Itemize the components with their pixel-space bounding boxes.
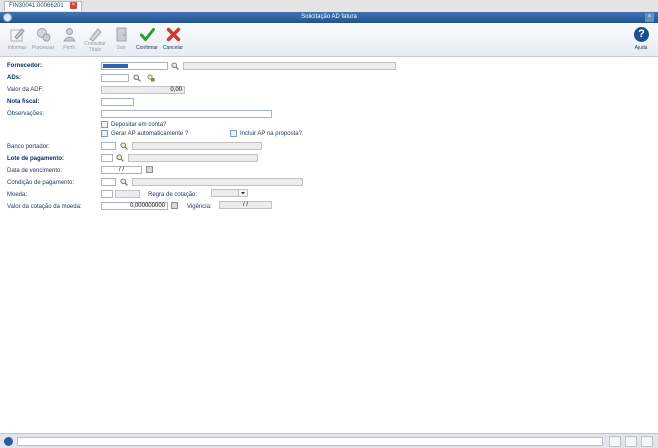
gerar-ap-checkbox[interactable] [101, 130, 108, 137]
fornecedor-selection-highlight [103, 64, 128, 68]
status-bar [0, 433, 658, 448]
checkmark-icon [140, 28, 155, 41]
search-icon[interactable] [120, 178, 128, 186]
status-message-field [17, 437, 603, 446]
search-icon[interactable] [120, 142, 128, 150]
cancel-x-icon [166, 27, 181, 42]
gears-icon [37, 28, 51, 42]
valor-cotacao-moeda-input[interactable]: 0,000000000 [101, 202, 168, 210]
dropdown-arrow-icon [238, 190, 247, 196]
cancelar-button[interactable]: Cancelar [160, 25, 186, 55]
profile-icon [63, 28, 76, 42]
consult-icon [89, 28, 102, 42]
ajuda-label: Ajuda [634, 45, 648, 51]
valor-cotacao-moeda-label: Valor da cotação da moeda: [7, 204, 82, 210]
tab-close-icon[interactable]: × [70, 2, 77, 9]
ads-label: ADs: [7, 75, 22, 81]
vigencia-display: / / [219, 201, 272, 209]
tab-strip [0, 0, 658, 12]
moeda-label: Moeda: [7, 192, 28, 198]
banco-portador-name-display [132, 142, 262, 150]
regra-cotacao-select[interactable] [211, 189, 248, 197]
fornecedor-name-display [183, 62, 396, 70]
incluir-ap-label: Incluir AP na proposta? [240, 131, 302, 137]
edit-icon [10, 28, 25, 42]
valor-adf-display: 0,00 [101, 86, 185, 94]
status-user-icon[interactable] [625, 436, 637, 447]
status-tool-icon[interactable] [609, 436, 621, 447]
observacoes-label: Observações: [7, 111, 45, 117]
depositar-em-conta-checkbox[interactable] [101, 121, 108, 128]
help-icon: ? [634, 27, 649, 42]
lote-pagamento-label: Lote de pagamento: [7, 156, 65, 162]
gerar-ap-label: Gerar AP automaticamente ? [111, 131, 189, 137]
nota-fiscal-input[interactable] [101, 98, 134, 106]
window-title-bar: Solicitação AD fatura × [0, 12, 658, 23]
moeda-input[interactable] [101, 190, 113, 198]
data-vencimento-label: Data de vencimento: [7, 168, 63, 174]
banco-portador-input[interactable] [101, 142, 116, 150]
window-title: Solicitação AD fatura [301, 14, 357, 20]
lote-pagamento-name-display [128, 154, 258, 162]
regra-cotacao-label: Regra de cotação: [148, 192, 198, 198]
ads-input[interactable] [101, 74, 129, 82]
vigencia-label: Vigência: [187, 204, 212, 210]
condicao-pagamento-input[interactable] [101, 178, 116, 186]
data-vencimento-input[interactable]: / / [101, 166, 142, 174]
moeda-name-display [115, 190, 140, 198]
lote-pagamento-input[interactable] [101, 154, 113, 162]
fornecedor-label: Fornecedor: [7, 63, 43, 69]
multi-select-icon[interactable] [147, 74, 155, 82]
calendar-icon[interactable] [146, 166, 153, 173]
condicao-pagamento-label: Condição de pagamento: [7, 180, 75, 186]
banco-portador-label: Banco portador: [7, 144, 50, 150]
exit-door-icon [116, 27, 127, 42]
search-icon[interactable] [171, 62, 179, 70]
window-close-icon[interactable]: × [645, 13, 654, 22]
nota-fiscal-label: Nota fiscal: [7, 99, 40, 105]
cancelar-label: Cancelar [162, 45, 183, 51]
document-tab-label: FIN30041.00066201 [9, 3, 64, 9]
depositar-em-conta-label: Depositar em conta? [111, 122, 167, 128]
search-icon[interactable] [133, 74, 141, 82]
observacoes-input[interactable] [101, 110, 272, 118]
ajuda-button[interactable]: ? Ajuda [628, 25, 654, 55]
status-indicator-icon [4, 437, 13, 446]
condicao-pagamento-name-display [132, 178, 303, 186]
status-chat-icon[interactable] [641, 436, 653, 447]
valor-adf-label: Valor da ADF: [7, 87, 44, 93]
calculator-icon[interactable] [171, 202, 178, 209]
incluir-ap-checkbox[interactable] [230, 130, 237, 137]
toolbar: Informar Processar Perfil Consultar Títu… [0, 23, 658, 57]
fornecedor-code-input[interactable] [101, 62, 168, 70]
search-icon[interactable] [116, 154, 124, 162]
